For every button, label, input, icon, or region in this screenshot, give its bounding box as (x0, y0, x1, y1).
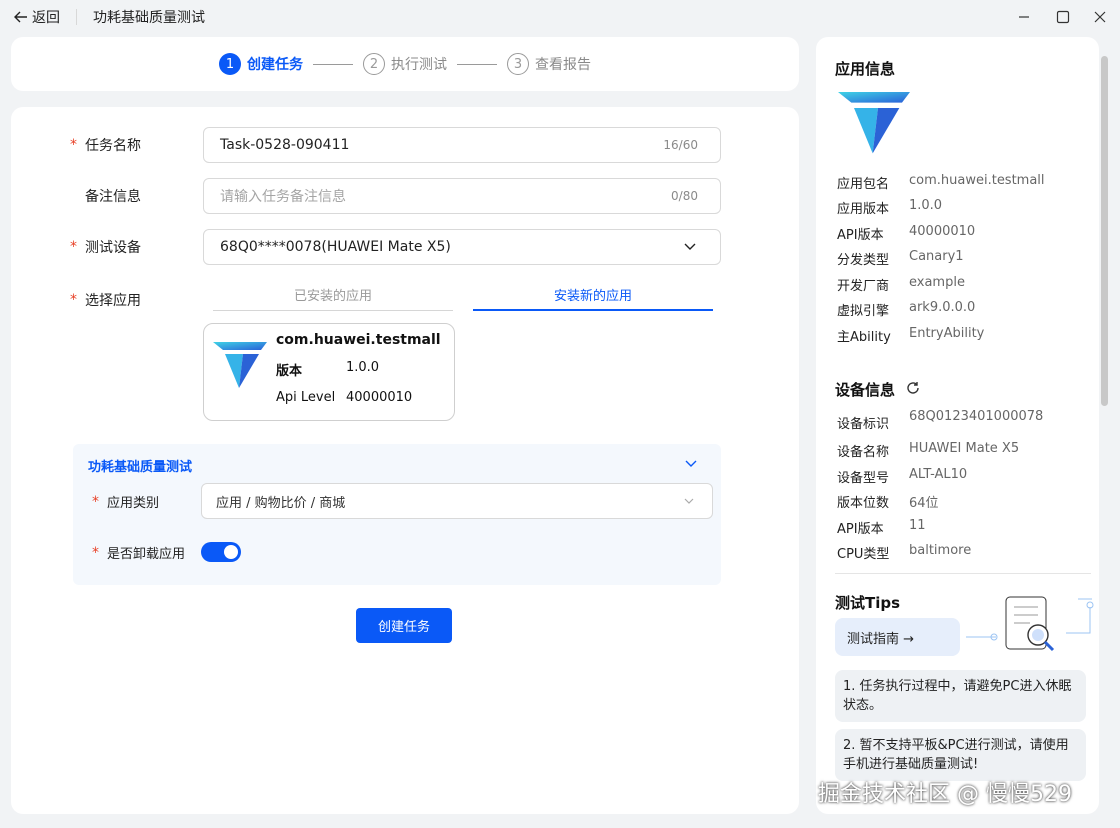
device-label: 测试设备 (85, 240, 141, 256)
app-card-name: com.huawei.testmall (276, 332, 441, 348)
chevron-down-icon (684, 243, 696, 250)
divider (835, 573, 1091, 574)
device-info-row: 设备标识 68Q0123401000078 (837, 409, 1044, 432)
app-card[interactable]: com.huawei.testmall 版本 1.0.0 Api Level 4… (203, 323, 455, 421)
minimize-button[interactable] (1014, 7, 1034, 27)
device-info-row: CPU类型 baltimore (837, 543, 972, 562)
app-label: 选择应用 (85, 293, 141, 309)
remark-label-row: 备注信息 (63, 186, 141, 206)
uninstall-toggle[interactable] (201, 542, 241, 562)
required-mark: * (92, 493, 99, 510)
task-name-input[interactable]: Task-0528-090411 16/60 (203, 127, 721, 163)
app-label-row: * 选择应用 (63, 290, 141, 310)
uninstall-label: 是否卸载应用 (107, 547, 186, 562)
remark-count: 0/80 (671, 189, 698, 203)
app-card-api-key: Api Level (276, 390, 336, 405)
device-select[interactable]: 68Q0****0078(HUAWEI Mate X5) (203, 229, 721, 265)
test-guide-button[interactable]: 测试指南 → (835, 618, 960, 656)
watermark: 掘金技术社区 @ 慢慢529 (818, 782, 1072, 807)
app-card-api: 40000010 (346, 390, 413, 405)
device-label-row: * 测试设备 (63, 237, 141, 257)
required-mark: * (70, 239, 77, 255)
tip-item: 1. 任务执行过程中，请避免PC进入休眠状态。 (835, 670, 1086, 722)
app-info-row: 虚拟引擎 ark9.0.0.0 (837, 300, 976, 319)
required-mark: * (70, 292, 77, 308)
app-logo-icon (838, 92, 910, 154)
step-create-task: 1 创建任务 (219, 53, 303, 75)
app-info-row: 开发厂商 example (837, 275, 965, 294)
arrow-left-icon (14, 11, 27, 23)
category-label-row: * 应用类别 (87, 492, 160, 512)
task-name-label-row: * 任务名称 (63, 135, 141, 155)
minimize-icon (1019, 16, 1029, 18)
task-name-label: 任务名称 (85, 138, 141, 154)
tab-install-new-app[interactable]: 安装新的应用 (473, 287, 713, 311)
category-label: 应用类别 (107, 496, 160, 511)
category-select[interactable]: 应用 / 购物比价 / 商城 (201, 483, 713, 519)
side-scrollbar[interactable] (1101, 56, 1108, 406)
app-info-row: 应用包名 com.huawei.testmall (837, 173, 1045, 192)
step-number: 2 (363, 53, 385, 75)
title-divider (76, 9, 77, 25)
step-number: 1 (219, 53, 241, 75)
step-view-report: 3 查看报告 (507, 53, 591, 75)
device-info-row: 版本位数 64位 (837, 496, 939, 511)
tab-installed-apps[interactable]: 已安装的应用 (213, 287, 453, 311)
device-info-title: 设备信息 (835, 381, 896, 399)
app-card-version: 1.0.0 (346, 360, 380, 375)
remark-input[interactable]: 请输入任务备注信息 0/80 (203, 178, 721, 214)
stepper: 1 创建任务 2 执行测试 3 查看报告 (11, 37, 799, 91)
remark-placeholder: 请输入任务备注信息 (220, 189, 346, 205)
maximize-icon (1056, 10, 1070, 24)
test-config-panel: 功耗基础质量测试 * 应用类别 应用 / 购物比价 / 商城 * 是否卸载应用 (73, 444, 721, 585)
window-title: 功耗基础质量测试 (93, 10, 205, 26)
app-info-row: API版本 40000010 (837, 224, 976, 243)
toggle-knob (224, 545, 238, 559)
maximize-button[interactable] (1053, 7, 1073, 27)
chevron-down-icon[interactable] (685, 460, 697, 468)
document-search-illustration-icon (966, 596, 1094, 652)
back-label: 返回 (32, 10, 60, 26)
step-label: 执行测试 (391, 57, 447, 73)
remark-label: 备注信息 (85, 189, 141, 205)
chevron-down-icon (684, 498, 694, 504)
step-number: 3 (507, 53, 529, 75)
required-mark: * (92, 544, 99, 561)
step-run-test: 2 执行测试 (363, 53, 447, 75)
step-connector (313, 63, 353, 65)
app-info-row: 主Ability EntryAbility (837, 326, 985, 345)
uninstall-label-row: * 是否卸载应用 (87, 543, 186, 563)
back-button[interactable]: 返回 (14, 7, 60, 27)
required-mark: * (70, 137, 77, 153)
device-info-row: API版本 11 (837, 518, 926, 537)
step-label: 创建任务 (247, 57, 303, 73)
tips-title: 测试Tips (835, 594, 901, 612)
close-button[interactable] (1090, 7, 1110, 27)
category-value: 应用 / 购物比价 / 商城 (216, 495, 346, 511)
app-info-title: 应用信息 (835, 60, 896, 78)
title-bar: 返回 功耗基础质量测试 (0, 0, 1120, 34)
device-value: 68Q0****0078(HUAWEI Mate X5) (220, 239, 451, 255)
task-form: * 任务名称 Task-0528-090411 16/60 备注信息 请输入任务… (11, 107, 799, 814)
task-name-count: 16/60 (663, 138, 698, 152)
close-icon (1094, 11, 1106, 23)
tip-item: 2. 暂不支持平板&PC进行测试，请使用手机进行基础质量测试! (835, 729, 1086, 781)
device-info-row: 设备名称 HUAWEI Mate X5 (837, 441, 1020, 460)
refresh-icon[interactable] (906, 381, 920, 395)
app-info-row: 分发类型 Canary1 (837, 249, 964, 268)
app-logo-icon (213, 342, 267, 388)
task-name-value: Task-0528-090411 (220, 137, 350, 153)
device-info-row: 设备型号 ALT-AL10 (837, 467, 968, 486)
app-info-row: 应用版本 1.0.0 (837, 198, 943, 217)
panel-title[interactable]: 功耗基础质量测试 (88, 456, 192, 475)
step-connector (457, 63, 497, 65)
app-card-version-key: 版本 (276, 364, 303, 379)
step-label: 查看报告 (535, 57, 591, 73)
side-panel: 应用信息 应用包名 com.huawei.testmall 应用版本 1.0.0 A… (816, 37, 1099, 814)
create-task-button[interactable]: 创建任务 (356, 608, 452, 643)
